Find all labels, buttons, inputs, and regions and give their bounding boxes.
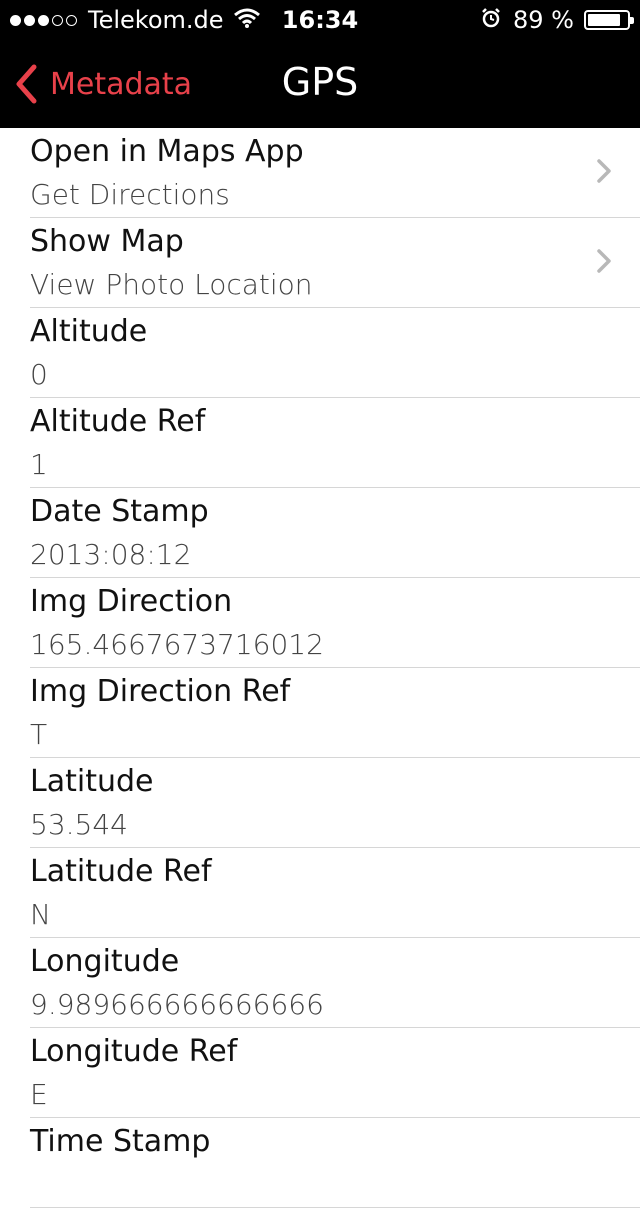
alarm-icon	[481, 6, 501, 34]
list-item-value: 9.989666666666666	[30, 988, 324, 1021]
list-item-label: Longitude	[30, 944, 180, 979]
list-item-value: Get Directions	[30, 178, 230, 211]
battery-fill	[588, 14, 621, 26]
list-item-value: View Photo Location	[30, 268, 313, 301]
page-title: GPS	[281, 60, 359, 104]
chevron-right-icon	[596, 248, 612, 278]
status-right: 89 %	[481, 6, 634, 34]
list-item-value: T	[30, 718, 48, 751]
list-item: Longitude Ref E	[30, 1028, 640, 1118]
list-item-label: Latitude Ref	[30, 854, 212, 889]
list-item: Latitude 53.544	[30, 758, 640, 848]
list-item-value: 53.544	[30, 808, 128, 841]
list-item-label: Longitude Ref	[30, 1034, 238, 1069]
list-item: Longitude 9.989666666666666	[30, 938, 640, 1028]
status-bar: Telekom.de 16:34 89 %	[0, 0, 640, 40]
list-item-value: E	[30, 1078, 48, 1111]
list-item: Altitude 0	[30, 308, 640, 398]
list-item-label: Altitude Ref	[30, 404, 206, 439]
list-item: Img Direction 165.4667673716012	[30, 578, 640, 668]
list-item[interactable]: Show Map View Photo Location	[30, 218, 640, 308]
list-item[interactable]: Open in Maps App Get Directions	[30, 128, 640, 218]
list-item: Time Stamp	[30, 1118, 640, 1208]
list-item-label: Latitude	[30, 764, 154, 799]
list-item-label: Time Stamp	[30, 1124, 211, 1159]
list-item-label: Altitude	[30, 314, 148, 349]
list-item: Img Direction Ref T	[30, 668, 640, 758]
list-item: Latitude Ref N	[30, 848, 640, 938]
chevron-right-icon	[596, 158, 612, 188]
battery-nub	[630, 17, 634, 24]
list-item-value: 165.4667673716012	[30, 628, 324, 661]
list-item-value: 0	[30, 358, 48, 391]
list-item-label: Open in Maps App	[30, 134, 304, 169]
list-item-value: 2013:08:12	[30, 538, 192, 571]
navigation-bar: Metadata GPS	[0, 40, 640, 128]
list-item: Altitude Ref 1	[30, 398, 640, 488]
list-item-label: Img Direction	[30, 584, 233, 619]
list-item-label: Date Stamp	[30, 494, 209, 529]
battery-percent: 89 %	[513, 6, 574, 34]
battery-icon	[584, 10, 634, 30]
list-item-value: N	[30, 898, 51, 931]
list-item-label: Show Map	[30, 224, 184, 259]
list-item-label: Img Direction Ref	[30, 674, 291, 709]
list-item: Date Stamp 2013:08:12	[30, 488, 640, 578]
list-item-value: 1	[30, 448, 48, 481]
metadata-list: Open in Maps App Get Directions Show Map Vi…	[0, 128, 640, 1208]
